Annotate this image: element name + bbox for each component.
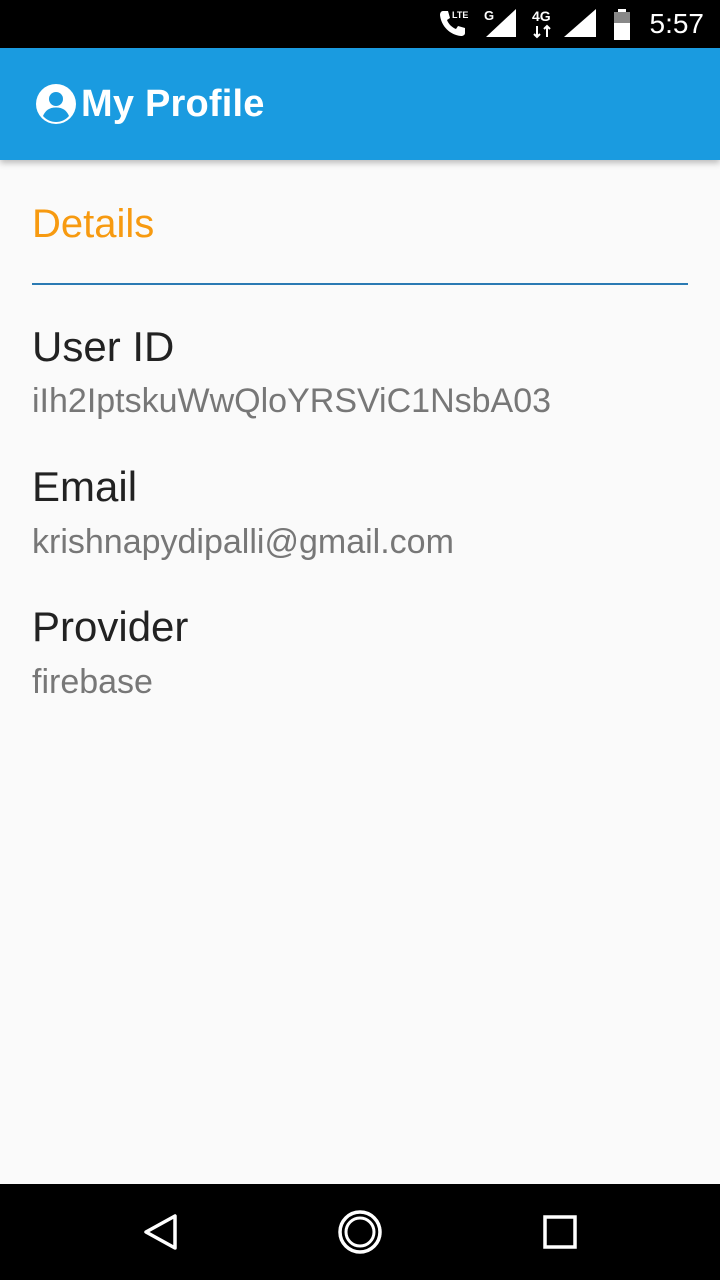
battery-icon [612,7,632,41]
svg-text:4G: 4G [532,8,551,24]
recents-square-icon [543,1215,577,1249]
email-value: krishnapydipalli@gmail.com [32,523,454,561]
email-label: Email [32,463,138,510]
signal-4g-icon: 4G [532,7,598,41]
provider-label: Provider [32,603,189,650]
svg-text:G: G [484,8,494,23]
section-title-details: Details [32,202,155,246]
status-icons: LTE G 4G 5:57 [436,0,705,48]
navigation-bar [0,1184,720,1280]
svg-text:LTE: LTE [452,10,468,20]
account-circle-icon [36,84,76,124]
phone-lte-icon: LTE [436,7,470,41]
app-bar: My Profile [0,48,720,160]
home-circle-icon [338,1210,382,1254]
recents-button[interactable] [536,1208,584,1256]
status-bar: LTE G 4G 5:57 [0,0,720,48]
signal-g-icon: G [484,7,518,41]
back-triangle-icon [144,1214,177,1250]
back-button[interactable] [136,1208,184,1256]
user-id-value: iIh2IptskuWwQloYRSViC1NsbA03 [32,382,552,420]
home-button[interactable] [336,1208,384,1256]
divider [32,283,688,285]
user-id-label: User ID [32,323,175,370]
provider-value: firebase [32,663,153,701]
status-clock: 5:57 [649,8,705,39]
page-title: My Profile [81,82,265,125]
